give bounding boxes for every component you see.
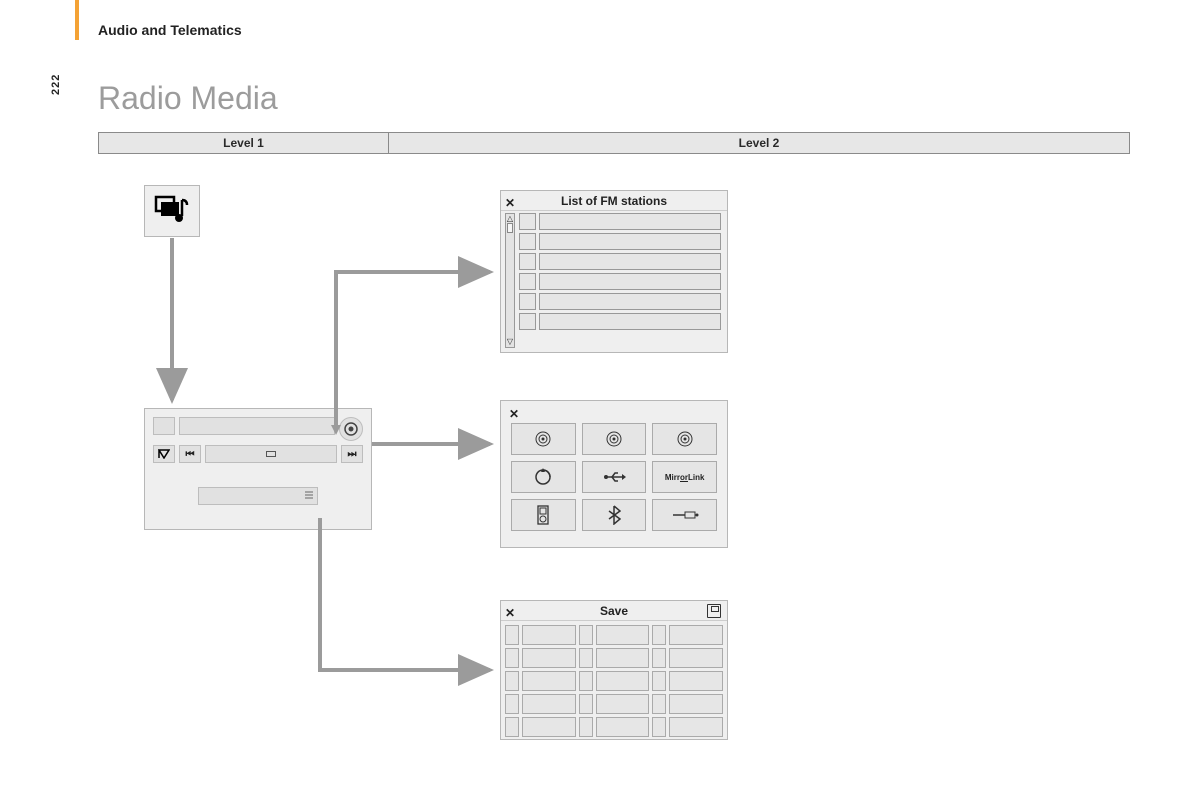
ipod-icon bbox=[537, 505, 549, 525]
source-mirrorlink[interactable]: MirrorLink bbox=[652, 461, 717, 493]
list-icon bbox=[303, 490, 315, 502]
preset-slot[interactable] bbox=[596, 625, 650, 645]
player-slot-a bbox=[153, 417, 175, 435]
preset-slot[interactable] bbox=[596, 648, 650, 668]
preset-check[interactable] bbox=[505, 717, 519, 737]
source-bluetooth[interactable] bbox=[582, 499, 647, 531]
level-1-header: Level 1 bbox=[98, 132, 388, 154]
close-icon[interactable]: ✕ bbox=[505, 193, 515, 213]
close-icon[interactable]: ✕ bbox=[505, 603, 515, 623]
sources-panel: ✕ MirrorLink bbox=[500, 400, 728, 548]
list-item[interactable] bbox=[519, 273, 721, 290]
preset-slot[interactable] bbox=[522, 648, 576, 668]
source-cd[interactable] bbox=[511, 461, 576, 493]
track-progress bbox=[205, 445, 337, 463]
preset-check[interactable] bbox=[652, 671, 666, 691]
preset-check[interactable] bbox=[579, 717, 593, 737]
preset-slot[interactable] bbox=[669, 671, 723, 691]
preset-check[interactable] bbox=[505, 648, 519, 668]
target-icon bbox=[343, 421, 359, 437]
radio-icon bbox=[533, 429, 553, 449]
fm-panel-title: List of FM stations bbox=[561, 194, 667, 208]
preset-slot[interactable] bbox=[669, 625, 723, 645]
fm-stations-panel: ✕ List of FM stations △ ▽ bbox=[500, 190, 728, 353]
preset-slot[interactable] bbox=[669, 694, 723, 714]
prev-track-button[interactable]: ⏮ bbox=[179, 445, 201, 463]
preset-slot[interactable] bbox=[596, 671, 650, 691]
level-header-row: Level 1 Level 2 bbox=[98, 132, 1130, 154]
preset-check[interactable] bbox=[579, 671, 593, 691]
list-item[interactable] bbox=[519, 313, 721, 330]
section-header: Audio and Telematics bbox=[98, 22, 242, 38]
source-radio-am[interactable] bbox=[652, 423, 717, 455]
cd-icon bbox=[533, 467, 553, 487]
list-item[interactable] bbox=[519, 233, 721, 250]
fm-panel-header: ✕ List of FM stations bbox=[501, 191, 727, 211]
eject-button[interactable] bbox=[153, 445, 175, 463]
preset-check[interactable] bbox=[505, 625, 519, 645]
station-display bbox=[179, 417, 335, 435]
preset-check[interactable] bbox=[579, 694, 593, 714]
preset-slot[interactable] bbox=[522, 717, 576, 737]
scroll-thumb[interactable] bbox=[507, 223, 513, 233]
source-radio-fm[interactable] bbox=[582, 423, 647, 455]
preset-slot[interactable] bbox=[596, 694, 650, 714]
preset-check[interactable] bbox=[505, 671, 519, 691]
preset-check[interactable] bbox=[505, 694, 519, 714]
list-item[interactable] bbox=[519, 293, 721, 310]
preset-slot[interactable] bbox=[522, 671, 576, 691]
preset-slot[interactable] bbox=[522, 625, 576, 645]
scrollbar[interactable]: △ ▽ bbox=[505, 213, 515, 348]
radio-icon bbox=[604, 429, 624, 449]
save-panel: ✕ Save bbox=[500, 600, 728, 740]
level-2-header: Level 2 bbox=[388, 132, 1130, 154]
fm-list bbox=[519, 213, 721, 348]
preset-slot[interactable] bbox=[596, 717, 650, 737]
preset-bar[interactable] bbox=[198, 487, 318, 505]
scroll-down-icon[interactable]: ▽ bbox=[507, 338, 513, 346]
preset-slot[interactable] bbox=[669, 648, 723, 668]
source-usb[interactable] bbox=[582, 461, 647, 493]
preset-check[interactable] bbox=[652, 648, 666, 668]
eject-icon bbox=[158, 449, 170, 459]
bluetooth-icon bbox=[607, 505, 621, 525]
scroll-up-icon[interactable]: △ bbox=[507, 215, 513, 223]
preset-grid bbox=[501, 621, 727, 741]
usb-icon bbox=[602, 470, 626, 484]
source-button[interactable] bbox=[339, 417, 363, 441]
preset-check[interactable] bbox=[652, 625, 666, 645]
music-stack-icon bbox=[153, 194, 191, 228]
save-panel-title: Save bbox=[600, 604, 628, 618]
page-number: 222 bbox=[50, 74, 62, 95]
preset-check[interactable] bbox=[579, 625, 593, 645]
preset-slot[interactable] bbox=[522, 694, 576, 714]
source-radio-dab[interactable] bbox=[511, 423, 576, 455]
media-player-panel: ⏮ ⏭ bbox=[144, 408, 372, 530]
source-aux[interactable] bbox=[652, 499, 717, 531]
list-item[interactable] bbox=[519, 213, 721, 230]
close-icon[interactable]: ✕ bbox=[509, 407, 519, 421]
save-icon[interactable] bbox=[707, 604, 721, 618]
media-icon-tile[interactable] bbox=[144, 185, 200, 237]
preset-slot[interactable] bbox=[669, 717, 723, 737]
next-track-button[interactable]: ⏭ bbox=[341, 445, 363, 463]
radio-icon bbox=[675, 429, 695, 449]
aux-jack-icon bbox=[671, 509, 699, 521]
page-title: Radio Media bbox=[98, 80, 278, 117]
source-ipod[interactable] bbox=[511, 499, 576, 531]
list-item[interactable] bbox=[519, 253, 721, 270]
preset-check[interactable] bbox=[652, 717, 666, 737]
preset-check[interactable] bbox=[652, 694, 666, 714]
preset-check[interactable] bbox=[579, 648, 593, 668]
accent-bar bbox=[75, 0, 79, 40]
